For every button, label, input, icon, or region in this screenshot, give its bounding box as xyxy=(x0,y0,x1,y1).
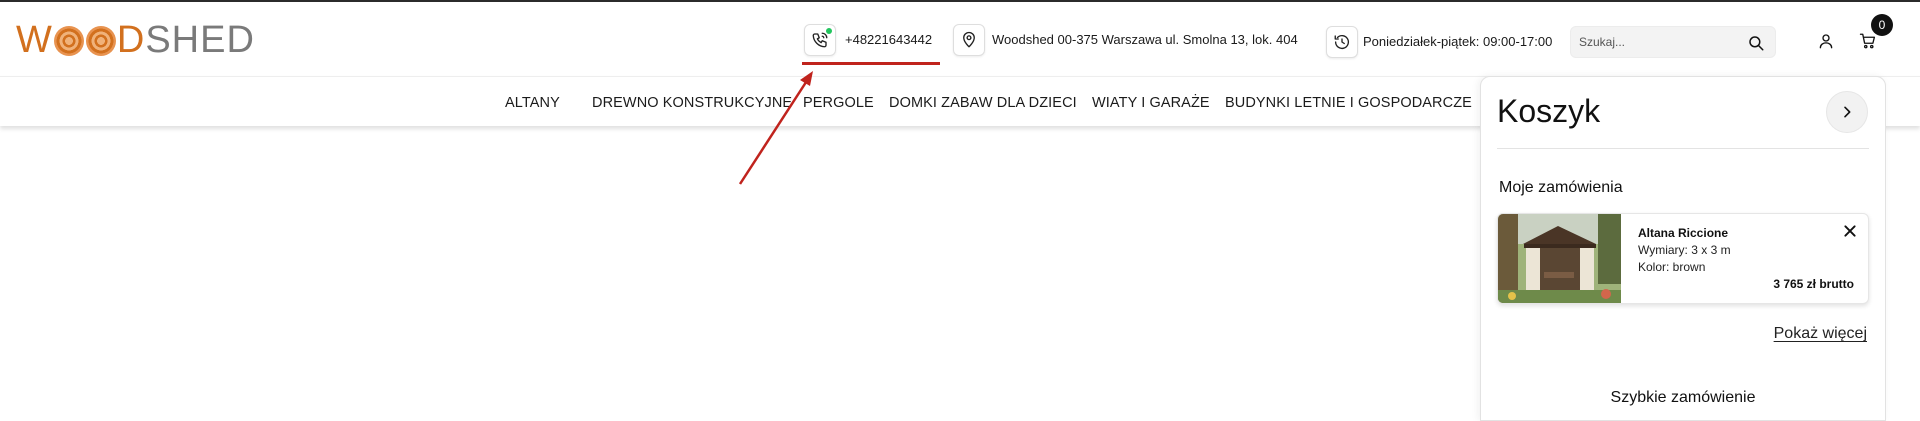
cart-divider xyxy=(1497,148,1869,149)
logo-letter-d: D xyxy=(116,18,146,61)
cart-panel: Koszyk Moje zamówienia Altana Riccione W… xyxy=(1480,76,1886,421)
chevron-right-icon xyxy=(1844,106,1851,118)
woodshed-logo[interactable]: W D SHED xyxy=(16,18,255,61)
nav-item-altany[interactable]: ALTANY xyxy=(505,95,560,111)
online-indicator xyxy=(826,28,832,34)
nav-item-domki-zabaw[interactable]: DOMKI ZABAW DLA DZIECI xyxy=(889,95,1077,111)
nav-item-budynki-letnie[interactable]: BUDYNKI LETNIE I GOSPODARCZE xyxy=(1225,95,1472,111)
logo-shed-text: SHED xyxy=(145,18,255,61)
quick-order-heading[interactable]: Szybkie zamówienie xyxy=(1481,389,1885,407)
nav-item-wiaty-i-garaze[interactable]: WIATY I GARAŻE xyxy=(1092,95,1210,111)
search-box xyxy=(1570,26,1776,58)
my-orders-heading: Moje zamówienia xyxy=(1499,179,1623,196)
user-icon xyxy=(1819,34,1833,49)
cart-item[interactable]: Altana Riccione Wymiary: 3 x 3 m Kolor: … xyxy=(1497,213,1869,304)
logo-letter-w: W xyxy=(16,18,53,61)
close-icon[interactable] xyxy=(1842,223,1858,239)
phone-button[interactable] xyxy=(804,24,836,56)
show-more-link[interactable]: Pokaż więcej xyxy=(1774,325,1867,343)
product-thumbnail[interactable] xyxy=(1498,214,1621,304)
cart-title: Koszyk xyxy=(1497,93,1601,129)
clock-icon xyxy=(1334,35,1350,50)
location-pin-icon xyxy=(963,31,975,48)
opening-hours: Poniedziałek-piątek: 09:00-17:00 xyxy=(1363,34,1553,49)
account-button[interactable] xyxy=(1813,28,1839,54)
cart-count-badge: 0 xyxy=(1871,14,1893,36)
close-cart-button[interactable] xyxy=(1826,91,1868,133)
annotation-arrow xyxy=(738,71,813,185)
phone-highlight-underline xyxy=(802,62,940,65)
store-address[interactable]: Woodshed 00-375 Warszawa ul. Smolna 13, … xyxy=(992,32,1298,48)
hours-button[interactable] xyxy=(1326,26,1358,58)
search-input[interactable] xyxy=(1579,35,1739,49)
site-header: W D SHED +48221643442 Woodshed 00-375 Wa… xyxy=(0,2,1920,76)
logo-wood-ring-icon xyxy=(85,26,116,56)
cart-icon xyxy=(1859,33,1876,49)
product-dimensions: Wymiary: 3 x 3 m xyxy=(1638,243,1731,257)
phone-number[interactable]: +48221643442 xyxy=(845,32,932,48)
address-button[interactable] xyxy=(953,24,985,56)
logo-wood-ring-icon xyxy=(53,26,84,56)
search-icon[interactable] xyxy=(1747,34,1765,52)
phone-icon xyxy=(812,32,828,48)
product-name: Altana Riccione xyxy=(1638,226,1729,240)
product-price: 3 765 zł brutto xyxy=(1773,277,1854,291)
product-color: Kolor: brown xyxy=(1638,260,1706,274)
